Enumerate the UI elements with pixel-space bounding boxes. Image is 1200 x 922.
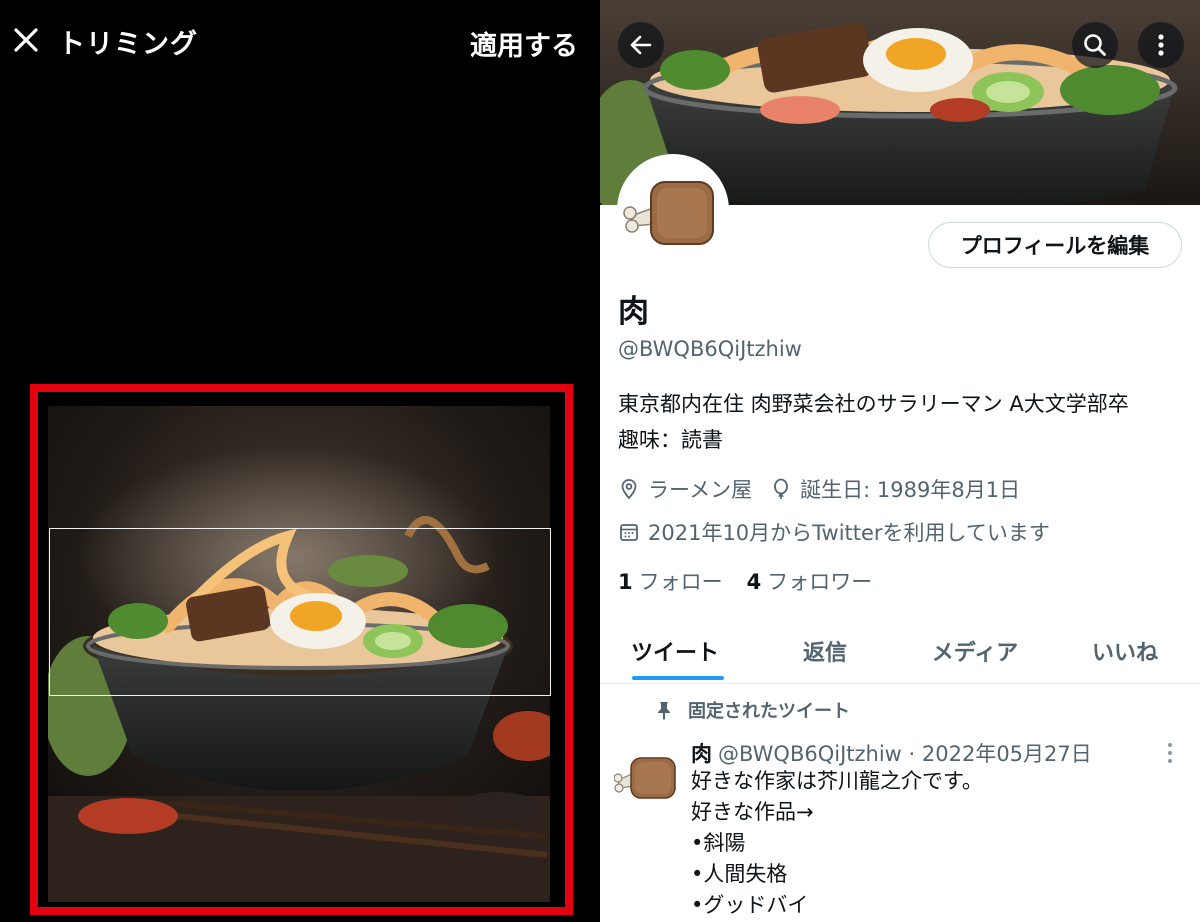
trim-title: トリミング [58,29,198,60]
meat-avatar-image [621,158,725,262]
pin-icon [658,702,670,720]
following-link[interactable]: 1 フォロー [618,566,723,596]
tweet-text[interactable]: 好きな作家は芥川龍之介です。 好きな作品→ •斜陽 •人間失格 •グッドバイ [691,766,983,921]
tab-label: いいね [1091,640,1158,666]
apply-button[interactable]: 適用する [470,24,578,63]
tweet-line: •斜陽 [691,831,746,855]
location-pin-icon [621,479,637,500]
pinned-text: 固定されたツイート [688,701,850,722]
tab-label: ツイート [630,640,719,666]
tweet-line: •人間失格 [691,862,788,886]
more-vertical-icon[interactable] [1166,740,1174,766]
joined-row: 2021年10月からTwitterを利用しています [618,517,1050,547]
tweet-header: 肉 @BWQB6QiJtzhiw · 2022年05月27日 [691,738,1092,768]
followers-count: 4 [746,570,762,594]
trimming-screen: トリミング 適用する [0,0,600,922]
tab-likes[interactable]: いいね [1050,618,1200,683]
arrow-left-icon [630,35,652,55]
joined-text: 2021年10月からTwitterを利用しています [648,521,1050,545]
tab-replies[interactable]: 返信 [750,618,900,683]
calendar-icon [620,524,638,541]
birthday-text: 誕生日: 1989年8月1日 [800,478,1021,502]
location-item: ラーメン屋 [618,474,752,504]
profile-tabs: ツイート 返信 メディア いいね [600,618,1200,684]
twitter-profile-screen: プロフィールを編集 肉 @BWQB6QiJtzhiw 東京都内在住 肉野菜会社の… [600,0,1200,922]
tweet-line: 好きな作家は芥川龍之介です。 [691,769,983,793]
pinned-tweet-label: 固定されたツイート [654,697,850,723]
more-vertical-icon [1158,34,1164,56]
profile-avatar[interactable] [617,154,729,266]
followers-link[interactable]: 4 フォロワー [747,566,873,596]
tab-label: 返信 [802,640,847,666]
close-button[interactable] [10,24,42,56]
tweet-line: 好きな作品→ [691,800,814,824]
tweet-line: •グッドバイ [691,893,809,917]
birthday-item: 誕生日: 1989年8月1日 [770,474,1020,504]
follow-stats: 1 フォロー 4 フォロワー [618,566,896,596]
tweet-author-name[interactable]: 肉 [691,742,712,766]
tweet-meta: @BWQB6QiJtzhiw · 2022年05月27日 [718,742,1092,766]
active-tab-indicator [632,676,724,680]
highlight-frame [30,384,573,915]
more-button[interactable] [1138,22,1184,68]
followers-label: フォロワー [767,570,873,594]
tweet-avatar[interactable] [613,742,678,806]
tab-tweets[interactable]: ツイート [600,618,750,683]
close-icon [14,28,38,52]
following-count: 1 [618,570,633,594]
display-name: 肉 [618,294,649,330]
search-icon [1084,34,1106,56]
search-button[interactable] [1072,22,1118,68]
meat-avatar-image [613,757,676,799]
trim-header: トリミング 適用する [0,0,600,84]
balloon-icon [774,478,789,499]
profile-meta-row: ラーメン屋 誕生日: 1989年8月1日 [618,474,1038,504]
tab-media[interactable]: メディア [900,618,1050,683]
edit-profile-button[interactable]: プロフィールを編集 [928,222,1182,268]
tab-label: メディア [931,640,1019,666]
back-button[interactable] [618,22,664,68]
location-text: ラーメン屋 [648,478,753,502]
profile-bio: 東京都内在住 肉野菜会社のサラリーマン A大文学部卒 趣味：読書 [618,386,1129,458]
bio-line: 東京都内在住 肉野菜会社のサラリーマン A大文学部卒 [618,392,1129,416]
following-label: フォロー [638,570,723,594]
bio-line: 趣味：読書 [618,428,723,452]
user-handle: @BWQB6QiJtzhiw [618,337,802,361]
